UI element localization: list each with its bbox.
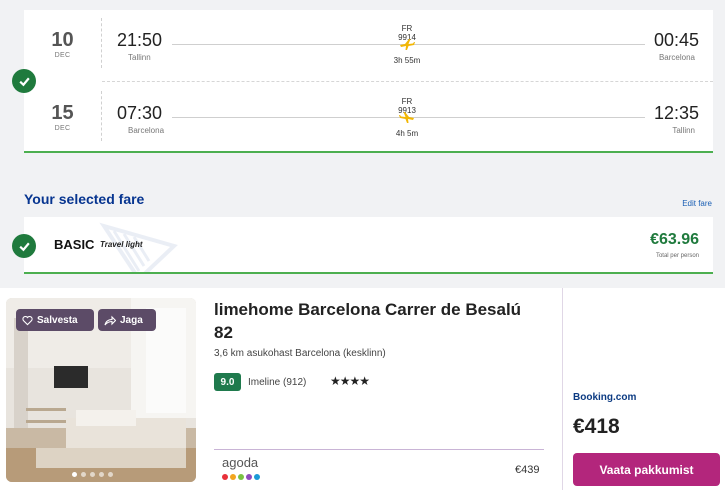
- heart-icon: [22, 315, 33, 325]
- fare-name: BASIC: [54, 237, 95, 252]
- check-icon: [12, 234, 36, 258]
- return-duration: 4h 5m: [395, 129, 419, 138]
- outbound-date: 10 DEC: [24, 18, 102, 68]
- price-column-divider: [562, 288, 563, 490]
- return-departure-time: 07:30: [117, 103, 163, 123]
- return-leg: 15 DEC 07:30 Barcelona FR 9913 4h 5m 12:…: [24, 83, 713, 153]
- fare-card: BASIC Travel light €63.96 Total per pers…: [24, 217, 713, 274]
- return-date: 15 DEC: [24, 91, 102, 141]
- outbound-arrival-city: Barcelona: [658, 53, 695, 62]
- flight-summary-card: 10 DEC 21:50 Tallinn FR 9914 3h 55m 00:4…: [24, 10, 713, 153]
- hotel-distance: 3,6 km asukohast Barcelona (kesklinn): [214, 348, 386, 359]
- return-departure-city: Barcelona: [128, 126, 165, 135]
- outbound-duration: 3h 55m: [393, 56, 421, 65]
- return-arrival-time: 12:35: [653, 103, 699, 123]
- return-month: DEC: [54, 125, 71, 132]
- share-label: Jaga: [120, 314, 143, 326]
- agoda-logo[interactable]: agoda: [222, 455, 258, 470]
- outbound-arrival-time: 00:45: [653, 30, 699, 50]
- photo-carousel-dots[interactable]: [72, 472, 113, 477]
- rating-badge: 9.0: [214, 373, 241, 391]
- plane-icon: [400, 39, 415, 50]
- check-icon: [12, 69, 36, 93]
- edit-fare-link[interactable]: Edit fare: [682, 199, 712, 208]
- carousel-dot[interactable]: [99, 472, 104, 477]
- fare-subtitle: Travel light: [100, 240, 143, 249]
- share-icon: [104, 315, 116, 325]
- outbound-day: 10: [51, 29, 74, 51]
- provider-divider: [214, 449, 544, 450]
- carousel-dot[interactable]: [108, 472, 113, 477]
- selected-fare-heading: Your selected fare: [24, 191, 145, 207]
- fare-price: €63.96: [650, 231, 699, 248]
- return-day: 15: [51, 102, 74, 124]
- share-button[interactable]: Jaga: [98, 309, 156, 331]
- outbound-month: DEC: [54, 52, 71, 59]
- save-button[interactable]: Salvesta: [16, 309, 94, 331]
- alt-provider-price[interactable]: €439: [515, 464, 539, 476]
- plane-icon: [399, 112, 414, 123]
- outbound-leg: 10 DEC 21:50 Tallinn FR 9914 3h 55m 00:4…: [24, 10, 713, 80]
- hotel-name[interactable]: limehome Barcelona Carrer de Besalú 82: [214, 298, 534, 344]
- rating-text: Imeline (912): [248, 377, 307, 388]
- view-deal-button[interactable]: Vaata pakkumist: [573, 453, 720, 486]
- star-rating: ★★★★: [330, 374, 370, 388]
- hotel-price: €418: [573, 415, 620, 438]
- outbound-departure-time: 21:50: [117, 30, 163, 50]
- carousel-dot[interactable]: [90, 472, 95, 477]
- return-arrival-city: Tallinn: [672, 126, 695, 135]
- booking-logo: Booking.com: [573, 392, 637, 403]
- leg-divider: [102, 81, 713, 82]
- carousel-dot[interactable]: [81, 472, 86, 477]
- fare-per-person-label: Total per person: [655, 253, 699, 259]
- carousel-dot[interactable]: [72, 472, 77, 477]
- agoda-logo-dots: [222, 474, 260, 480]
- outbound-departure-city: Tallinn: [128, 53, 151, 62]
- save-label: Salvesta: [37, 314, 78, 326]
